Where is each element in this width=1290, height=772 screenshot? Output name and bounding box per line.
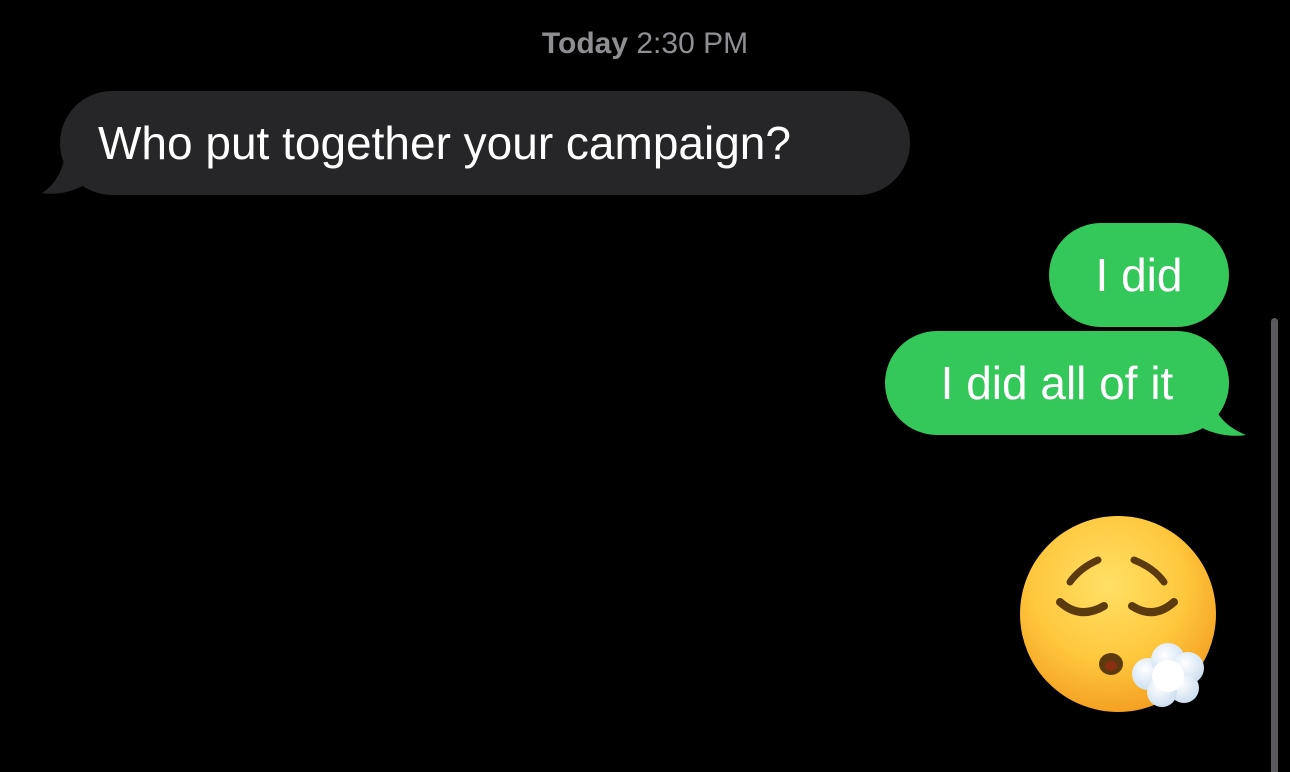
scrollbar[interactable] bbox=[1271, 318, 1278, 772]
incoming-message-bubble[interactable]: Who put together your campaign? bbox=[60, 91, 910, 195]
emoji-message[interactable] bbox=[1008, 510, 1228, 730]
timestamp-day: Today bbox=[541, 27, 629, 60]
face-exhaling-emoji-icon bbox=[1020, 516, 1216, 712]
message-timestamp: Today 2:30 PM bbox=[0, 22, 1290, 66]
timestamp-time: 2:30 PM bbox=[636, 27, 749, 60]
outgoing-message-bubble[interactable]: I did bbox=[1049, 223, 1229, 327]
outgoing-message-bubble[interactable]: I did all of it bbox=[885, 331, 1229, 435]
